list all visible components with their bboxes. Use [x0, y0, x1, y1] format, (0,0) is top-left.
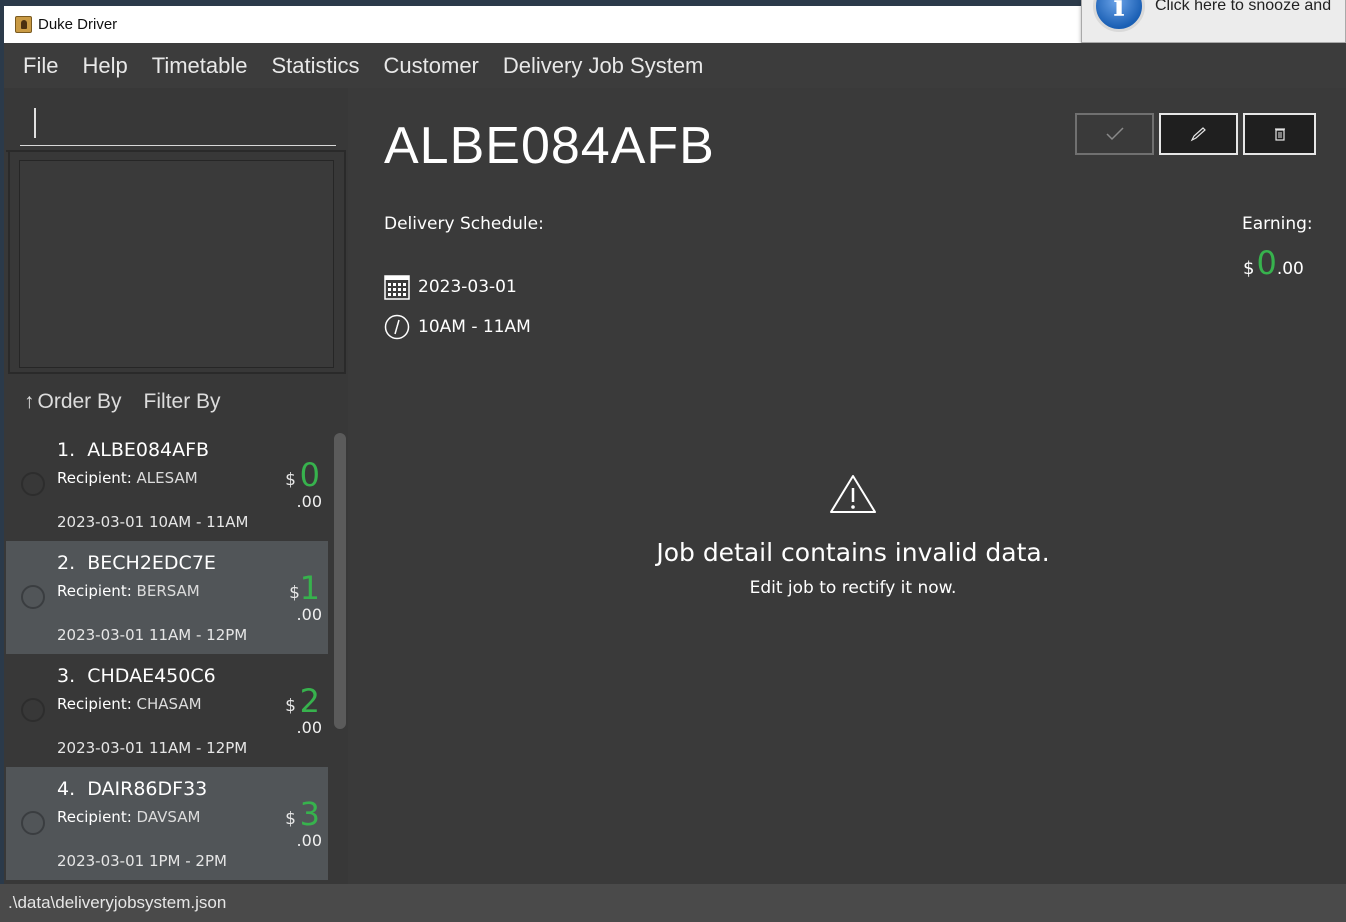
- earning-label: Earning:: [1242, 214, 1313, 234]
- earning-value: $ 0 .00: [1243, 244, 1304, 282]
- job-id-heading: ALBE084AFB: [384, 117, 715, 175]
- job-list: 1. ALBE084AFB Recipient: ALESAM $ 0 .00 …: [6, 428, 328, 884]
- job-title: 1. ALBE084AFB: [57, 439, 210, 461]
- menu-help[interactable]: Help: [82, 53, 127, 79]
- job-earning-cents: .00: [296, 492, 322, 511]
- job-earning-amount: 2: [299, 682, 320, 720]
- notification-text[interactable]: Click here to snooze and: [1155, 0, 1331, 15]
- earning-dollar-sign: $: [1243, 258, 1255, 279]
- sort-arrow-icon[interactable]: ↑: [24, 390, 35, 414]
- job-dollar-sign: $: [285, 809, 296, 829]
- app-icon: [15, 16, 32, 33]
- job-earning-amount: 3: [299, 795, 320, 833]
- schedule-time-row: 10AM - 11AM: [384, 314, 531, 340]
- menu-bar: File Help Timetable Statistics Customer …: [4, 43, 1346, 88]
- window-title: Duke Driver: [38, 16, 118, 33]
- job-datetime: 2023-03-01 10AM - 11AM: [57, 513, 249, 531]
- warning-icon: [830, 475, 876, 513]
- menu-file[interactable]: File: [23, 53, 58, 79]
- trash-icon: [1274, 128, 1285, 141]
- job-select-radio[interactable]: [21, 811, 45, 835]
- calendar-icon: [384, 275, 410, 300]
- job-datetime: 2023-03-01 11AM - 12PM: [57, 626, 248, 644]
- order-by-button[interactable]: Order By: [38, 390, 122, 414]
- command-input[interactable]: [20, 102, 336, 146]
- job-earning-cents: .00: [296, 605, 322, 624]
- menu-customer[interactable]: Customer: [384, 53, 479, 79]
- job-title: 3. CHDAE450C6: [57, 665, 216, 687]
- list-controls: ↑ Order By Filter By: [24, 390, 243, 414]
- job-list-scrollbar-thumb[interactable]: [334, 433, 346, 729]
- left-panel: ↑ Order By Filter By 1. ALBE084AFB Recip…: [4, 88, 348, 884]
- job-earning-cents: .00: [296, 831, 322, 850]
- job-select-radio[interactable]: [21, 472, 45, 496]
- job-card[interactable]: 2. BECH2EDC7E Recipient: BERSAM $ 1 .00 …: [6, 541, 328, 654]
- earning-cents: .00: [1276, 259, 1304, 279]
- job-title: 4. DAIR86DF33: [57, 778, 208, 800]
- delete-job-button[interactable]: [1243, 113, 1316, 155]
- job-dollar-sign: $: [285, 696, 296, 716]
- delivery-schedule-label: Delivery Schedule:: [384, 214, 544, 234]
- warning-title: Job detail contains invalid data.: [656, 538, 1050, 567]
- job-datetime: 2023-03-01 11AM - 12PM: [57, 739, 248, 757]
- job-recipient: Recipient: CHASAM: [57, 695, 202, 713]
- job-earning-amount: 0: [299, 456, 320, 494]
- menu-timetable[interactable]: Timetable: [152, 53, 248, 79]
- job-select-radio[interactable]: [21, 585, 45, 609]
- job-detail-panel: ALBE084AFB Delivery Schedule: Earning: $…: [348, 88, 1346, 884]
- job-earning-cents: .00: [296, 718, 322, 737]
- edit-job-button[interactable]: [1159, 113, 1238, 155]
- schedule-date: 2023-03-01: [418, 277, 517, 297]
- notification-popup[interactable]: i Click here to snooze and: [1081, 0, 1346, 43]
- schedule-time: 10AM - 11AM: [418, 317, 531, 337]
- check-icon: [1105, 127, 1124, 141]
- result-display: [19, 160, 334, 368]
- filter-by-button[interactable]: Filter By: [144, 390, 221, 414]
- job-recipient: Recipient: ALESAM: [57, 469, 198, 487]
- job-select-radio[interactable]: [21, 698, 45, 722]
- data-file-path: .\data\deliveryjobsystem.json: [8, 893, 227, 912]
- job-card[interactable]: 1. ALBE084AFB Recipient: ALESAM $ 0 .00 …: [6, 428, 328, 541]
- menu-delivery-job-system[interactable]: Delivery Job System: [503, 53, 704, 79]
- clock-icon: [384, 314, 410, 340]
- job-card[interactable]: 4. DAIR86DF33 Recipient: DAVSAM $ 3 .00 …: [6, 767, 328, 880]
- job-recipient: Recipient: BERSAM: [57, 582, 200, 600]
- command-box: [6, 90, 346, 152]
- pencil-icon: [1190, 127, 1206, 142]
- job-title: 2. BECH2EDC7E: [57, 552, 216, 574]
- job-dollar-sign: $: [289, 583, 300, 603]
- mark-done-button[interactable]: [1075, 113, 1154, 155]
- status-bar: .\data\deliveryjobsystem.json: [0, 884, 1346, 922]
- text-cursor: [34, 108, 36, 138]
- schedule-date-row: 2023-03-01: [384, 274, 517, 300]
- earning-amount: 0: [1256, 244, 1277, 282]
- menu-statistics[interactable]: Statistics: [271, 53, 359, 79]
- job-earning-amount: 1: [299, 569, 320, 607]
- warning-subtitle: Edit job to rectify it now.: [749, 578, 957, 598]
- job-recipient: Recipient: DAVSAM: [57, 808, 201, 826]
- job-datetime: 2023-03-01 1PM - 2PM: [57, 852, 227, 870]
- info-icon: i: [1093, 0, 1145, 32]
- job-dollar-sign: $: [285, 470, 296, 490]
- job-card[interactable]: 3. CHDAE450C6 Recipient: CHASAM $ 2 .00 …: [6, 654, 328, 767]
